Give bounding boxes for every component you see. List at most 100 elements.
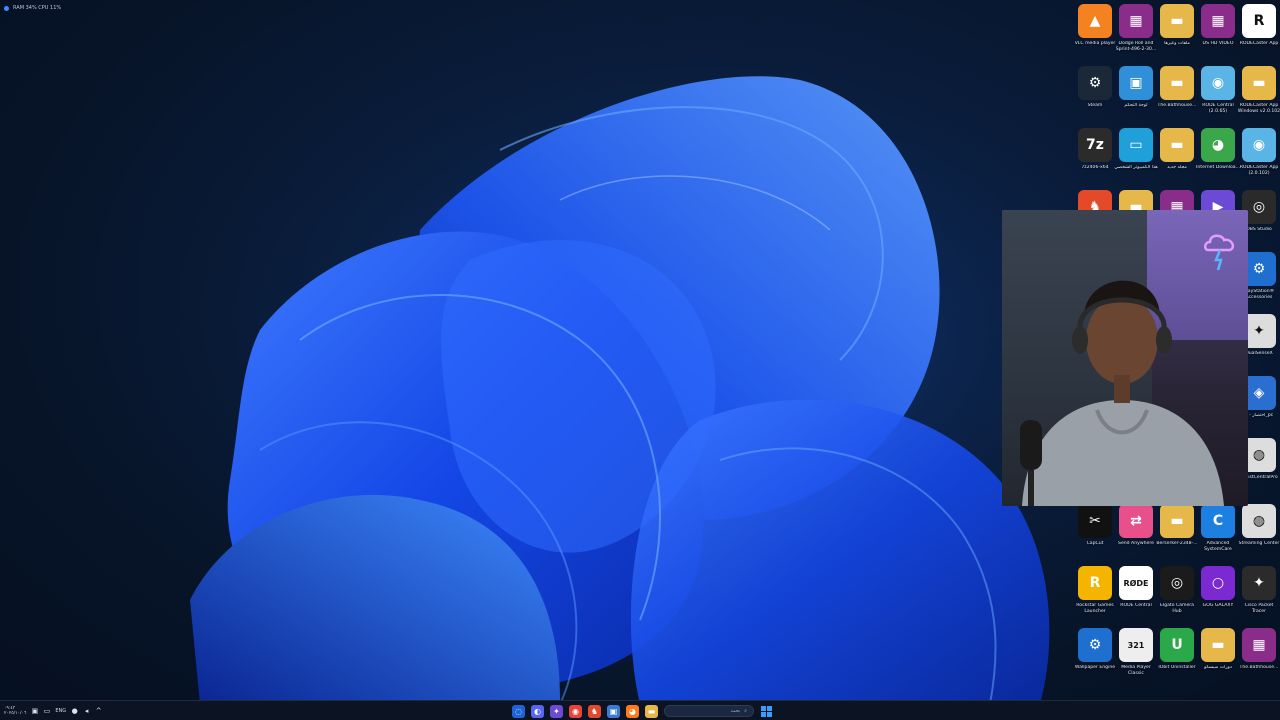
taskbar-app-copilot[interactable]: ◌ (512, 704, 525, 718)
idm-icon: ◕ (1201, 128, 1235, 162)
taskbar-pinned-apps: ◌ ◐ ✦ ◉ ♞ ▣ ◕ ▬ بحث ⌕ (512, 704, 773, 718)
desktop-icon-rockstar[interactable]: R Rockstar Games Launcher (1074, 564, 1116, 626)
desktop-icon-steam[interactable]: ⚙ Steam (1074, 64, 1116, 126)
desktop-icon-elgato[interactable]: ◎ Elgato Camera Hub (1156, 564, 1198, 626)
desktop-icon-label: Dodge Roll and Sprint-496-2-30... (1115, 41, 1157, 52)
desktop-icon-label: Elgato Camera Hub (1159, 603, 1194, 614)
desktop-icon-ds-hd-video[interactable]: ▦ DS HD VIDEO (1197, 2, 1239, 64)
desktop-icon-bathhouse1[interactable]: ▬ The.Bathhouse... (1156, 64, 1198, 126)
desktop-icon-label: لوحة التحكم (1124, 103, 1148, 108)
vlc-icon: ▲ (1078, 4, 1112, 38)
desktop-icon-7zip[interactable]: 7z 7z2406-x64 (1074, 126, 1116, 188)
clock-date: ٢٠٢٥/١٠/٠٦ (4, 711, 27, 716)
rode-central-icon: ◉ (1201, 66, 1235, 100)
folder-ar2-icon: ▬ (1201, 628, 1235, 662)
volume-icon[interactable]: ◂ (83, 707, 90, 715)
desktop-icon-label: RODECaster App (2.0.102) (1239, 165, 1279, 176)
taskbar-app-store[interactable]: ▣ (607, 704, 620, 718)
desktop-icon-label: The.Bathhouse... (1157, 103, 1197, 108)
performance-text: RAM 34% CPU 11% (13, 5, 62, 11)
desktop-icon-label: Steam (1087, 103, 1103, 108)
performance-overlay: RAM 34% CPU 11% (4, 3, 61, 13)
desktop-icon-label: RODE Central (1120, 603, 1152, 608)
taskbar: ٠٩:٤٣ ٢٠٢٥/١٠/٠٦ ▣ ▭ ENG ● ◂ ^ ◌ ◐ ✦ ◉ ♞ ▣ ◕ ▬ ب… (0, 700, 1280, 720)
desktop-icon-label: CapCut (1086, 541, 1104, 546)
desktop-icon-label: Streaming Center (1238, 541, 1280, 546)
taskbar-app-discord[interactable]: ◐ (531, 704, 544, 718)
desktop-icon-iobit[interactable]: U IObit Uninstaller (1156, 626, 1198, 688)
desktop-icon-vlc[interactable]: ▲ VLC media player (1074, 2, 1116, 64)
taskbar-app-chrome[interactable]: ◉ (569, 704, 582, 718)
desktop-icon-control-panel[interactable]: ▣ لوحة التحكم (1115, 64, 1157, 126)
new-folder-icon: ▬ (1160, 128, 1194, 162)
desktop-icon-dodge[interactable]: ▦ Dodge Roll and Sprint-496-2-30... (1115, 2, 1157, 64)
desktop-icon-label: مجلد جديد (1167, 165, 1187, 170)
taskbar-app-app-purple[interactable]: ✦ (550, 704, 563, 718)
desktop-icon-folder-ar1[interactable]: ▬ ملفات وغيرها (1156, 2, 1198, 64)
display-icon[interactable]: ▭ (43, 707, 51, 715)
desktop-icon-rode-central2[interactable]: RØDE RODE Central (1115, 564, 1157, 626)
desktop-icon-this-pc[interactable]: ▭ هذا الكمبيوتر الشخصي (1114, 126, 1158, 188)
gog-icon: ○ (1201, 566, 1235, 600)
desktop-icon-gog[interactable]: ○ GOG GALAXY (1197, 564, 1239, 626)
taskbar-app-explorer[interactable]: ▬ (645, 704, 658, 718)
desktop-icon-label: Cisco Packet Tracer (1244, 603, 1274, 614)
rockstar-icon: R (1078, 566, 1112, 600)
steam-icon: ⚙ (1078, 66, 1112, 100)
elgato-icon: ◎ (1160, 566, 1194, 600)
this-pc-icon: ▭ (1119, 128, 1153, 162)
taskbar-app-firefox[interactable]: ◕ (626, 704, 639, 718)
search-placeholder: بحث (730, 708, 741, 714)
desktop-icon-idm[interactable]: ◕ Internet Downloa... (1196, 126, 1240, 188)
clock[interactable]: ٠٩:٤٣ ٢٠٢٥/١٠/٠٦ (4, 706, 26, 716)
capcut-icon: ✂ (1078, 504, 1112, 538)
desktop-icon-rodecaster-win[interactable]: ▬ RODECaster App Windows v2.0.102 (1238, 64, 1280, 126)
chevron-up-icon[interactable]: ^ (95, 707, 102, 715)
start-button-icon[interactable] (760, 705, 773, 718)
desktop-icon-berserker[interactable]: ▬ Berserker-2348-... (1156, 502, 1198, 564)
notifications-icon[interactable]: ▣ (31, 707, 39, 715)
desktop-icon-label: GOG GALAXY (1202, 603, 1234, 608)
rodecaster-app2-icon: ◉ (1242, 128, 1276, 162)
desktop-icon-label: Internet Downloa... (1196, 165, 1240, 170)
desktop-icon-label: هذا الكمبيوتر الشخصي (1114, 165, 1158, 170)
desktop-icon-label: RODECaster App Windows v2.0.102 (1237, 103, 1280, 114)
cisco-icon: ✦ (1242, 566, 1276, 600)
system-tray: ٠٩:٤٣ ٢٠٢٥/١٠/٠٦ ▣ ▭ ENG ● ◂ ^ (4, 704, 102, 718)
taskbar-search-box[interactable]: بحث ⌕ (664, 705, 754, 717)
desktop-icon-rodecaster-app2[interactable]: ◉ RODECaster App (2.0.102) (1238, 126, 1280, 188)
search-icon: ⌕ (744, 708, 747, 714)
desktop-icon-capcut[interactable]: ✂ CapCut (1074, 502, 1116, 564)
desktop-icon-label: The.Bathhouse... (1239, 665, 1279, 670)
desktop-icon-wallpaper-engine[interactable]: ⚙ Wallpaper Engine (1074, 626, 1116, 688)
taskbar-app-brave[interactable]: ♞ (588, 704, 601, 718)
desktop-icon-label: Berserker-2348-... (1156, 541, 1198, 546)
desktop-icon-label: 7z2406-x64 (1081, 165, 1109, 170)
desktop-icon-label: IObit Uninstaller (1158, 665, 1196, 670)
desktop-icon-advanced-sc[interactable]: C Advanced SystemCare (1197, 502, 1239, 564)
language-indicator[interactable]: ENG (55, 708, 66, 714)
desktop-icon-streaming-center[interactable]: ◍ Streaming Center (1238, 502, 1280, 564)
desktop-icon-new-folder[interactable]: ▬ مجلد جديد (1156, 126, 1198, 188)
microphone-tray-icon[interactable]: ● (71, 707, 78, 715)
desktop-icon-rode-central[interactable]: ◉ RODE Central (2.0.65) (1197, 64, 1239, 126)
advanced-sc-icon: C (1201, 504, 1235, 538)
desktop-icon-mpc[interactable]: 321 Media Player Classic (1115, 626, 1157, 688)
desktop-icon-send-anywhere[interactable]: ⇄ Send Anywhere (1115, 502, 1157, 564)
rodecaster-win-icon: ▬ (1242, 66, 1276, 100)
rode-central2-icon: RØDE (1119, 566, 1153, 600)
bathhouse1-icon: ▬ (1160, 66, 1194, 100)
mpc-icon: 321 (1119, 628, 1153, 662)
desktop-icon-label: Send Anywhere (1118, 541, 1154, 546)
desktop-icon-label: Advanced SystemCare (1204, 541, 1232, 552)
desktop-icon-folder-ar2[interactable]: ▬ دورات سيسكو (1197, 626, 1239, 688)
desktop-icon-bathhouse2[interactable]: ▦ The.Bathhouse... (1238, 626, 1280, 688)
folder-ar1-icon: ▬ (1160, 4, 1194, 38)
wallpaper-engine-icon: ⚙ (1078, 628, 1112, 662)
berserker-icon: ▬ (1160, 504, 1194, 538)
desktop-icon-cisco[interactable]: ✦ Cisco Packet Tracer (1238, 564, 1280, 626)
control-panel-icon: ▣ (1119, 66, 1153, 100)
desktop-icon-label: DS HD VIDEO (1202, 41, 1234, 46)
dodge-icon: ▦ (1119, 4, 1153, 38)
desktop-icon-rodecaster-app[interactable]: R RODECaster App (1238, 2, 1280, 64)
